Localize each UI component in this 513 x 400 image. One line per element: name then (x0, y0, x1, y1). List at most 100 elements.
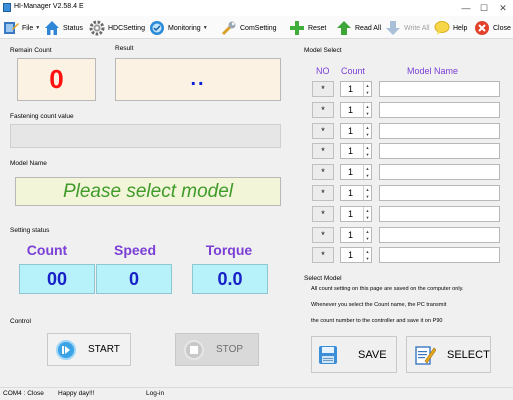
spinner-arrows-icon[interactable]: ▲ ▼ (363, 102, 371, 117)
save-button[interactable]: SAVE (311, 336, 397, 373)
count-spinner[interactable]: 1 ▲ ▼ (340, 101, 372, 118)
spinner-arrows-icon[interactable]: ▲ ▼ (363, 206, 371, 221)
spinner-arrows-icon[interactable]: ▲ ▼ (363, 82, 371, 96)
row-select-button[interactable]: * (312, 143, 334, 160)
model-name-input[interactable] (379, 226, 500, 243)
row-select-button[interactable]: * (312, 122, 334, 139)
select-button[interactable]: SELECT (406, 336, 491, 373)
setting-speed-value: 0 (96, 264, 172, 294)
stop-label: STOP (216, 344, 244, 355)
info-line-1: All count setting on this page are saved… (311, 286, 464, 292)
model-name-input[interactable] (379, 205, 500, 222)
model-select-row: * 1 ▲ ▼ (312, 164, 500, 181)
status-button[interactable]: Status (44, 19, 83, 37)
write-all-button[interactable]: Write All (385, 19, 430, 37)
setting-torque-value: 0.0 (192, 264, 268, 294)
result-value: .. (115, 58, 281, 101)
app-icon (3, 3, 11, 12)
row-select-button[interactable]: * (312, 164, 334, 181)
model-select-row: * 1 ▲ ▼ (312, 226, 500, 243)
monitoring-menu[interactable]: Monitoring ▼ (149, 19, 208, 37)
row-select-button[interactable]: * (312, 205, 334, 222)
column-header-count: Count (341, 66, 366, 76)
setting-speed-label: Speed (113, 242, 156, 258)
count-value: 1 (348, 125, 354, 136)
spinner-arrows-icon[interactable]: ▲ ▼ (363, 123, 371, 138)
model-name-label: Model Name (10, 160, 47, 167)
spinner-arrows-icon[interactable]: ▲ ▼ (363, 248, 371, 263)
login-status[interactable]: Log-in (146, 390, 164, 397)
spinner-arrows-icon[interactable]: ▲ ▼ (363, 165, 371, 180)
row-select-button[interactable]: * (312, 81, 334, 97)
model-select-row: * 1 ▲ ▼ (312, 81, 500, 97)
reset-button[interactable]: Reset (289, 19, 326, 37)
home-icon (45, 21, 59, 35)
start-label: START (88, 344, 120, 355)
select-label: SELECT (447, 348, 490, 361)
stop-button[interactable]: STOP (175, 333, 259, 366)
fastening-count-label: Fastening count value (10, 113, 74, 120)
file-label: File (22, 24, 34, 32)
setting-count-value: 00 (19, 264, 95, 294)
comsetting-button[interactable]: ComSetting (221, 19, 277, 37)
model-name-input[interactable] (379, 101, 500, 118)
spinner-arrows-icon[interactable]: ▲ ▼ (363, 186, 371, 200)
count-value: 1 (348, 208, 354, 219)
help-label: Help (453, 24, 468, 32)
model-select-row: * 1 ▲ ▼ (312, 247, 500, 264)
reset-label: Reset (308, 24, 327, 32)
count-spinner[interactable]: 1 ▲ ▼ (340, 226, 372, 243)
count-spinner[interactable]: 1 ▲ ▼ (340, 164, 372, 181)
save-label: SAVE (358, 348, 387, 361)
maximize-button[interactable]: ☐ (475, 2, 493, 14)
row-select-button[interactable]: * (312, 101, 334, 118)
read-all-label: Read All (355, 24, 382, 32)
count-value: 1 (348, 250, 354, 261)
help-button[interactable]: Help (434, 19, 467, 37)
start-button[interactable]: START (47, 333, 131, 366)
read-all-button[interactable]: Read All (336, 19, 381, 37)
count-spinner[interactable]: 1 ▲ ▼ (340, 81, 372, 97)
model-select-row: * 1 ▲ ▼ (312, 185, 500, 201)
remain-count-label: Remain Count (10, 47, 52, 54)
close-button[interactable]: Close (474, 19, 511, 37)
select-model-label: Select Model (304, 275, 342, 282)
model-name-input[interactable] (379, 164, 500, 181)
status-label: Status (63, 24, 83, 32)
model-name-input[interactable] (379, 143, 500, 160)
count-spinner[interactable]: 1 ▲ ▼ (340, 247, 372, 264)
comsetting-label: ComSetting (240, 24, 277, 32)
count-spinner[interactable]: 1 ▲ ▼ (340, 185, 372, 201)
monitoring-label: Monitoring (168, 24, 201, 32)
count-value: 1 (348, 188, 354, 198)
row-select-button[interactable]: * (312, 247, 334, 264)
model-name-display: Please select model (15, 177, 281, 206)
model-name-input[interactable] (379, 81, 500, 97)
plus-icon (290, 21, 304, 35)
info-line-2: Whenever you select the Count name, the … (311, 302, 447, 308)
model-name-input[interactable] (379, 122, 500, 139)
stop-icon (184, 339, 204, 360)
close-icon (475, 21, 489, 35)
hdcsetting-button[interactable]: HDCSetting (89, 19, 145, 37)
count-value: 1 (348, 167, 354, 178)
count-spinner[interactable]: 1 ▲ ▼ (340, 122, 372, 139)
count-value: 1 (348, 146, 354, 157)
close-label: Close (493, 24, 511, 32)
arrow-down-icon (386, 21, 400, 35)
window-close-button[interactable]: ✕ (494, 2, 512, 14)
remain-count-value: 0 (17, 58, 96, 101)
row-select-button[interactable]: * (312, 185, 334, 201)
info-line-3: the count number to the controller and s… (311, 318, 443, 324)
spinner-arrows-icon[interactable]: ▲ ▼ (363, 144, 371, 159)
minimize-button[interactable]: — (457, 2, 475, 14)
chevron-down-icon: ▼ (202, 25, 208, 31)
spinner-arrows-icon[interactable]: ▲ ▼ (363, 227, 371, 242)
count-spinner[interactable]: 1 ▲ ▼ (340, 143, 372, 160)
row-select-button[interactable]: * (312, 226, 334, 243)
file-icon (4, 22, 19, 34)
model-name-input[interactable] (379, 247, 500, 264)
file-menu[interactable]: File ▼ (3, 19, 40, 37)
model-name-input[interactable] (379, 185, 500, 201)
count-spinner[interactable]: 1 ▲ ▼ (340, 205, 372, 222)
